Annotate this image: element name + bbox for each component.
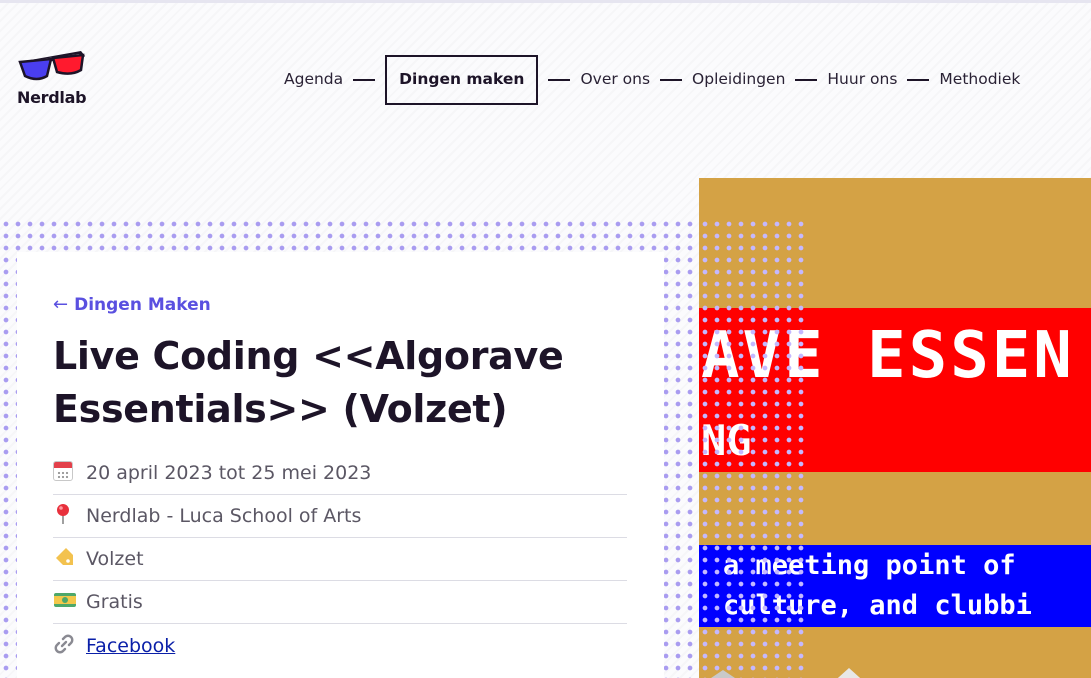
- event-card: ← Dingen Maken Live Coding <<Algorave Es…: [17, 252, 664, 678]
- money-icon: [53, 590, 86, 614]
- logo[interactable]: Nerdlab: [17, 48, 107, 110]
- meta-status: Volzet: [86, 548, 144, 570]
- meta-row-location: Nerdlab - Luca School of Arts: [53, 495, 627, 538]
- meta-row-date: 20 april 2023 tot 25 mei 2023: [53, 452, 627, 495]
- poster-dots: [699, 218, 807, 678]
- meta-row-status: Volzet: [53, 538, 627, 581]
- nav-item-agenda[interactable]: Agenda: [284, 72, 343, 88]
- top-border: [0, 0, 1091, 3]
- nav-item-dingen-maken[interactable]: Dingen maken: [385, 55, 539, 105]
- facebook-link[interactable]: Facebook: [86, 635, 175, 657]
- page-title: Live Coding <<Algorave Essentials>> (Vol…: [53, 334, 564, 431]
- nav-separator: [660, 79, 683, 81]
- 3d-glasses-icon: [18, 51, 85, 81]
- link-icon: [53, 633, 86, 659]
- meta-row-link: Facebook: [53, 624, 627, 667]
- nav-item-huur-ons[interactable]: Huur ons: [827, 72, 897, 88]
- nav-item-opleidingen[interactable]: Opleidingen: [692, 72, 785, 88]
- logo-text: Nerdlab: [17, 88, 87, 107]
- meta-location: Nerdlab - Luca School of Arts: [86, 505, 362, 527]
- nav-separator: [907, 79, 930, 81]
- pin-icon: [53, 503, 86, 529]
- arrow-left-icon: ←: [53, 294, 69, 315]
- nav-separator: [795, 79, 818, 81]
- nav-separator: [548, 79, 571, 81]
- event-meta-list: 20 april 2023 tot 25 mei 2023 Nerdlab - …: [53, 452, 627, 667]
- back-link[interactable]: ← Dingen Maken: [53, 294, 211, 315]
- nav-separator: [353, 79, 376, 81]
- meta-date: 20 april 2023 tot 25 mei 2023: [86, 462, 372, 484]
- back-link-label: Dingen Maken: [74, 294, 211, 315]
- main-nav: Agenda Dingen maken Over ons Opleidingen…: [284, 54, 1020, 106]
- meta-price: Gratis: [86, 591, 143, 613]
- meta-row-price: Gratis: [53, 581, 627, 624]
- calendar-icon: [53, 461, 86, 485]
- tag-icon: [53, 546, 86, 572]
- nav-item-methodiek[interactable]: Methodiek: [939, 72, 1020, 88]
- nav-item-over-ons[interactable]: Over ons: [580, 72, 650, 88]
- event-poster-image: AVE ESSEN NG a meeting point of culture,…: [699, 178, 1091, 678]
